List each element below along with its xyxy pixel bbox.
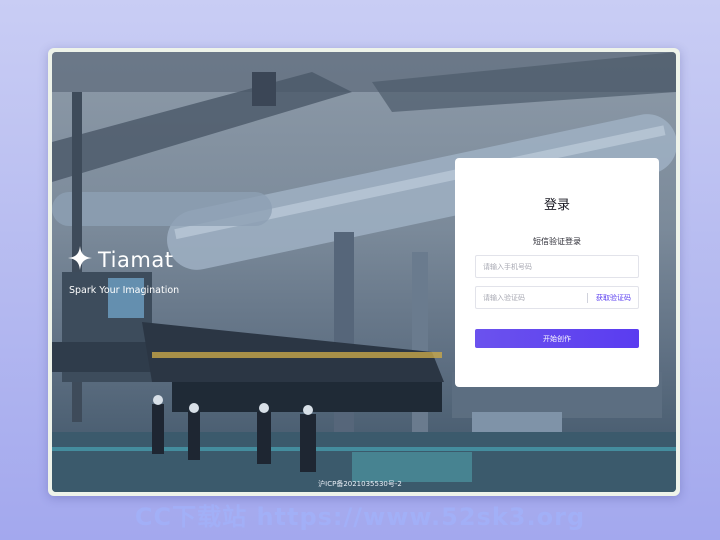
watermark: CC下载站 https://www.52sk3.org bbox=[134, 503, 586, 531]
sparkle-logo-icon bbox=[68, 246, 92, 274]
brand: Tiamat bbox=[68, 246, 173, 274]
login-card: 登录 短信验证登录 获取验证码 开始创作 bbox=[455, 158, 659, 387]
code-field[interactable]: 获取验证码 bbox=[475, 286, 639, 309]
brand-tagline: Spark Your Imagination bbox=[69, 285, 180, 296]
start-creating-button[interactable]: 开始创作 bbox=[475, 329, 639, 348]
sms-login-subtitle: 短信验证登录 bbox=[533, 237, 581, 246]
verification-code-input[interactable] bbox=[476, 287, 587, 308]
login-title: 登录 bbox=[543, 198, 570, 213]
get-code-button[interactable]: 获取验证码 bbox=[588, 293, 638, 303]
brand-name: Tiamat bbox=[98, 248, 174, 272]
phone-field[interactable] bbox=[475, 255, 639, 278]
phone-input[interactable] bbox=[476, 256, 638, 277]
icp-footer: 沪ICP备2021035530号-2 bbox=[318, 480, 402, 488]
